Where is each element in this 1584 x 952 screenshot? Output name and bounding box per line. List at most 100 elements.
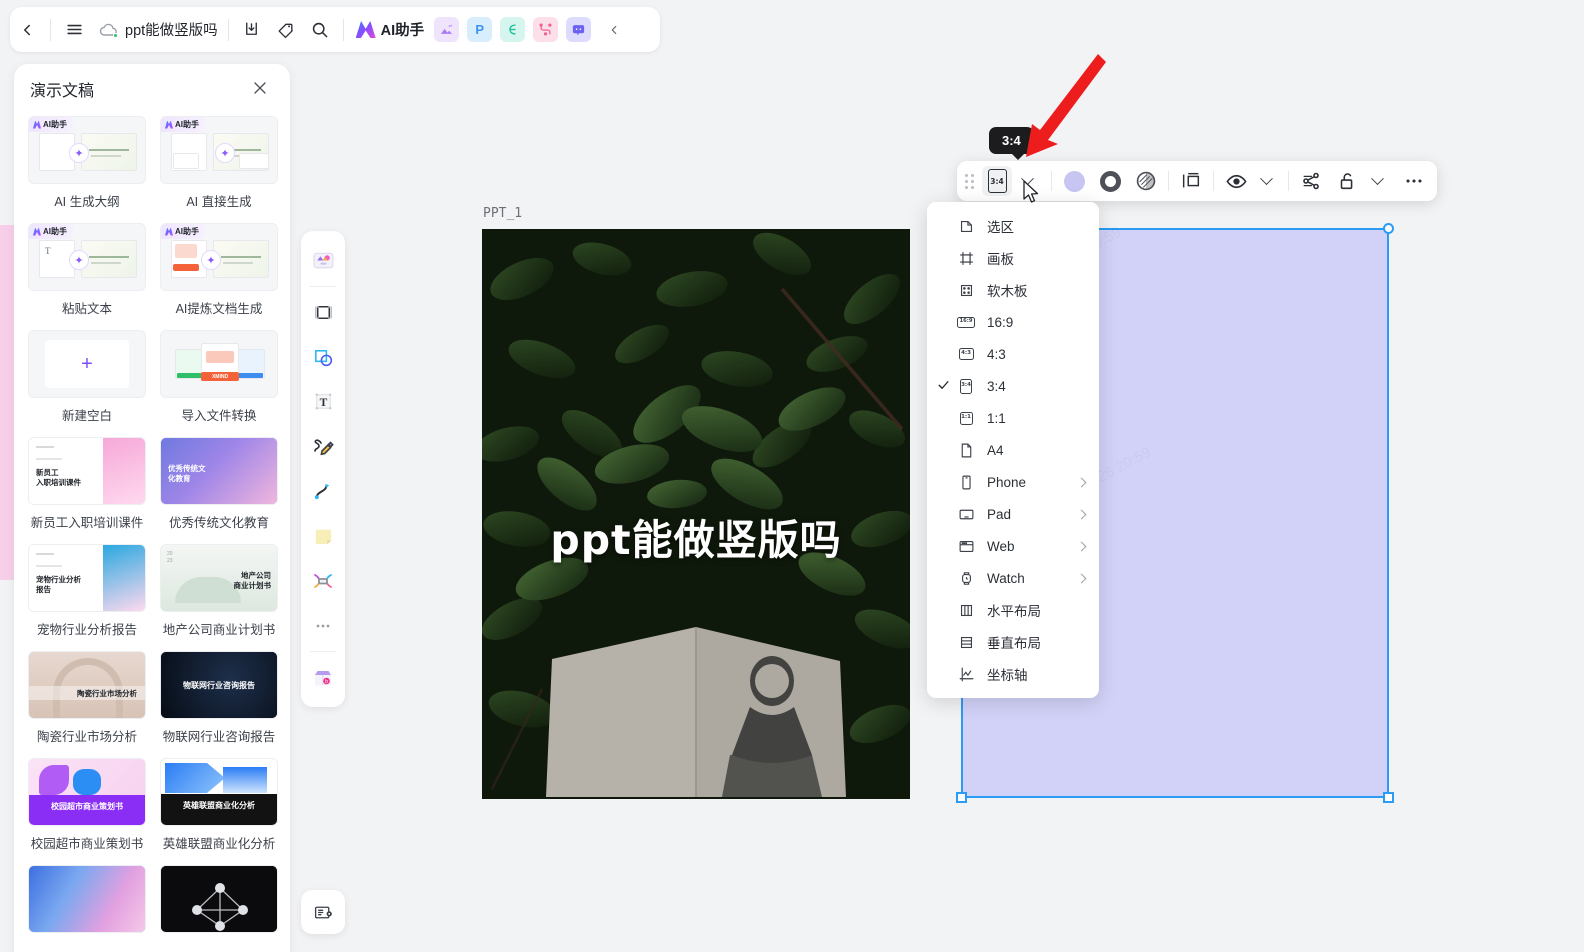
annotation-arrow	[1010, 52, 1110, 172]
eye-icon	[1225, 174, 1247, 188]
frame-tool[interactable]	[306, 294, 340, 331]
dropdown-item-label: 4:3	[987, 346, 1006, 362]
dropdown-item-画板[interactable]: 画板	[927, 242, 1099, 274]
menu-button[interactable]	[57, 13, 91, 47]
template-card[interactable]: 陶瓷行业市场分析 陶瓷行业市场分析	[28, 651, 146, 756]
pen-tool[interactable]	[306, 428, 340, 465]
more-button[interactable]	[1399, 166, 1429, 196]
template-card[interactable]	[28, 865, 146, 951]
ratio-button[interactable]: 3:4	[982, 166, 1012, 196]
template-thumbnail: 地产公司 商业计划书 20 23	[160, 544, 278, 612]
text-tool[interactable]: T	[306, 383, 340, 420]
dropdown-item-Phone[interactable]: Phone	[927, 466, 1099, 498]
dropdown-item-水平布局[interactable]: 水平布局	[927, 594, 1099, 626]
opacity-button[interactable]	[1131, 166, 1161, 196]
template-card[interactable]: XMIND 导入文件转换	[160, 330, 278, 435]
image-app-icon[interactable]	[434, 17, 460, 42]
dropdown-item-label: 画板	[987, 252, 1014, 267]
artboard-label[interactable]: PPT_1	[483, 206, 522, 221]
template-label: 优秀传统文化教育	[168, 516, 269, 530]
chat-app-icon[interactable]	[566, 17, 592, 42]
drag-handle[interactable]	[965, 173, 974, 189]
ai-badge: AI助手	[161, 224, 205, 239]
divider	[1051, 171, 1052, 191]
search-icon[interactable]	[303, 13, 337, 47]
ratio-icon: 3:4	[987, 169, 1007, 193]
template-card[interactable]: 校园超市商业策划书 校园超市商业策划书	[28, 758, 146, 863]
close-icon[interactable]	[250, 78, 272, 100]
plugins-tool[interactable]: b	[306, 659, 340, 696]
template-label: 导入文件转换	[181, 409, 257, 423]
ppt-app-icon[interactable]: P	[467, 17, 493, 42]
share-button[interactable]	[1296, 166, 1326, 196]
template-card[interactable]: ✦ AI助手 AI 生成大纲	[28, 116, 146, 221]
mindmap-app-icon[interactable]	[500, 17, 526, 42]
template-card[interactable]: 地产公司 商业计划书 20 23 地产公司商业计划书	[160, 544, 278, 649]
ellipsis-icon	[1406, 179, 1422, 183]
dropdown-item-1-1[interactable]: 1:1 1:1	[927, 402, 1099, 434]
template-card[interactable]: ✦ AI助手 AI提炼文档生成	[160, 223, 278, 328]
vertical-layout-icon	[957, 633, 975, 651]
left-edge-accent-strip	[0, 225, 14, 580]
template-label: 英雄联盟商业化分析	[162, 837, 276, 851]
dropdown-item-label: 16:9	[987, 314, 1014, 330]
dropdown-item-软木板[interactable]: 软木板	[927, 274, 1099, 306]
slide-title[interactable]: ppt能做竖版吗	[482, 506, 910, 566]
visibility-button[interactable]	[1221, 166, 1251, 196]
lock-dropdown-toggle[interactable]	[1362, 166, 1392, 196]
flowchart-app-icon[interactable]	[533, 17, 559, 42]
dropdown-item-4-3[interactable]: 4:3 4:3	[927, 338, 1099, 370]
dropdown-item-Web[interactable]: Web	[927, 530, 1099, 562]
template-card[interactable]: T ✦ AI助手 粘贴文本	[28, 223, 146, 328]
dropdown-item-坐标轴[interactable]: 坐标轴	[927, 658, 1099, 690]
template-thumbnail: ✦ AI助手	[160, 223, 278, 291]
visibility-dropdown-toggle[interactable]	[1251, 166, 1281, 196]
template-card[interactable]: + 新建空白	[28, 330, 146, 435]
slide-artboard[interactable]: ppt能做竖版吗	[482, 229, 910, 799]
align-icon	[1182, 172, 1200, 188]
shape-tool[interactable]	[306, 339, 340, 376]
template-card[interactable]: 新员工 入职培训课件 新员工入职培训课件	[28, 437, 146, 542]
more-tools[interactable]	[306, 607, 340, 644]
template-card[interactable]	[160, 865, 278, 951]
dropdown-item-Pad[interactable]: Pad	[927, 498, 1099, 530]
presentation-mode-button[interactable]	[301, 890, 345, 934]
dropdown-item-Watch[interactable]: Watch	[927, 562, 1099, 594]
template-thumbnail: 校园超市商业策划书	[28, 758, 146, 826]
ratio-dropdown-toggle[interactable]	[1012, 166, 1042, 196]
template-card[interactable]: ✦ AI助手 AI 直接生成	[160, 116, 278, 221]
lock-button[interactable]	[1332, 166, 1362, 196]
template-card[interactable]: 英雄联盟商业化分析 英雄联盟商业化分析	[160, 758, 278, 863]
dropdown-item-垂直布局[interactable]: 垂直布局	[927, 626, 1099, 658]
dropdown-item-3-4[interactable]: 3:4 3:4	[927, 370, 1099, 402]
download-icon[interactable]	[235, 13, 269, 47]
ratio-3-4-icon: 3:4	[960, 378, 972, 394]
selection-floating-toolbar: 3:4	[957, 161, 1437, 201]
template-card[interactable]: 优秀传统文 化教育 优秀传统文化教育	[160, 437, 278, 542]
border-style-button[interactable]	[1095, 166, 1125, 196]
resize-handle-bottom-left[interactable]	[956, 792, 967, 803]
document-title[interactable]: ppt能做竖版吗	[125, 19, 222, 40]
collapse-apps-button[interactable]	[597, 13, 631, 47]
ai-badge-label: AI助手	[43, 227, 67, 236]
chevron-right-icon	[1076, 509, 1087, 519]
fill-color-button[interactable]	[1059, 166, 1089, 196]
divider	[1168, 171, 1169, 191]
resize-handle-top-right[interactable]	[1383, 223, 1394, 234]
align-button[interactable]	[1176, 166, 1206, 196]
dropdown-item-A4[interactable]: A4	[927, 434, 1099, 466]
dropdown-item-16-9[interactable]: 16:9 16:9	[927, 306, 1099, 338]
curve-tool[interactable]	[306, 473, 340, 510]
sticky-note-tool[interactable]	[306, 518, 340, 555]
template-card[interactable]: 宠物行业分析 报告 宠物行业分析报告	[28, 544, 146, 649]
watch-icon	[957, 569, 975, 587]
templates-tool[interactable]	[306, 242, 340, 279]
template-label: 宠物行业分析报告	[36, 623, 137, 637]
back-button[interactable]	[10, 13, 44, 47]
resize-handle-bottom-right[interactable]	[1383, 792, 1394, 803]
tag-icon[interactable]	[269, 13, 303, 47]
template-card[interactable]: 物联网行业咨询报告 物联网行业咨询报告	[160, 651, 278, 756]
ai-assistant-button[interactable]: AI助手	[350, 19, 431, 40]
dropdown-item-选区[interactable]: 选区	[927, 210, 1099, 242]
connector-tool[interactable]	[306, 563, 340, 600]
